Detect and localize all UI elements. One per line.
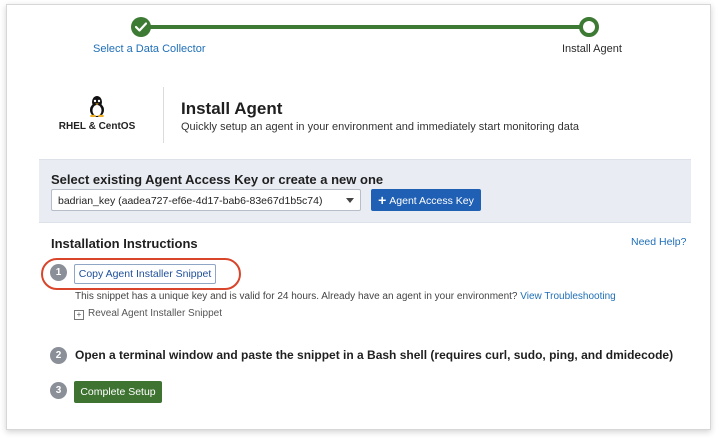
view-troubleshooting-link[interactable]: View Troubleshooting: [520, 291, 615, 302]
linux-penguin-icon: [90, 96, 104, 117]
step-select-data-collector[interactable]: Select a Data Collector: [93, 43, 206, 55]
step-current-indicator: [579, 17, 599, 37]
reveal-snippet-label: Reveal Agent Installer Snippet: [88, 308, 222, 319]
snippet-validity-note: This snippet has a unique key and is val…: [75, 291, 616, 302]
access-key-heading: Select existing Agent Access Key or crea…: [51, 172, 384, 187]
step2-instruction: Open a terminal window and paste the sni…: [75, 348, 674, 362]
page-title: Install Agent: [181, 99, 283, 118]
complete-setup-button[interactable]: Complete Setup: [74, 381, 162, 403]
step-number-3: 3: [50, 382, 67, 399]
installation-instructions-heading: Installation Instructions: [51, 236, 198, 251]
page-subtitle: Quickly setup an agent in your environme…: [181, 121, 580, 133]
install-agent-panel: Select a Data Collector Install Agent RH…: [6, 4, 711, 430]
plus-icon: +: [378, 192, 387, 208]
header-divider: [163, 87, 164, 143]
reveal-snippet-toggle[interactable]: + Reveal Agent Installer Snippet: [74, 308, 222, 320]
access-key-selected-value: badrian_key (aadea727-ef6e-4d17-bab6-83e…: [58, 195, 323, 207]
step-install-agent: Install Agent: [562, 43, 622, 55]
access-key-panel: Select existing Agent Access Key or crea…: [39, 159, 691, 223]
chevron-down-icon: [346, 198, 354, 203]
step-complete-check-icon[interactable]: [131, 17, 151, 37]
stepper-progress-line: [141, 25, 589, 29]
os-label: RHEL & CentOS: [58, 121, 136, 132]
os-selection: RHEL & CentOS: [47, 95, 147, 132]
need-help-link[interactable]: Need Help?: [631, 236, 686, 248]
step-number-2: 2: [50, 347, 67, 364]
copy-agent-installer-snippet-button[interactable]: Copy Agent Installer Snippet: [74, 264, 216, 284]
add-agent-access-key-button[interactable]: + Agent Access Key: [371, 189, 481, 211]
access-key-select[interactable]: badrian_key (aadea727-ef6e-4d17-bab6-83e…: [51, 189, 361, 211]
add-agent-access-key-label: Agent Access Key: [389, 195, 474, 207]
snippet-note-text: This snippet has a unique key and is val…: [75, 291, 518, 302]
expand-plus-icon: +: [74, 310, 84, 320]
